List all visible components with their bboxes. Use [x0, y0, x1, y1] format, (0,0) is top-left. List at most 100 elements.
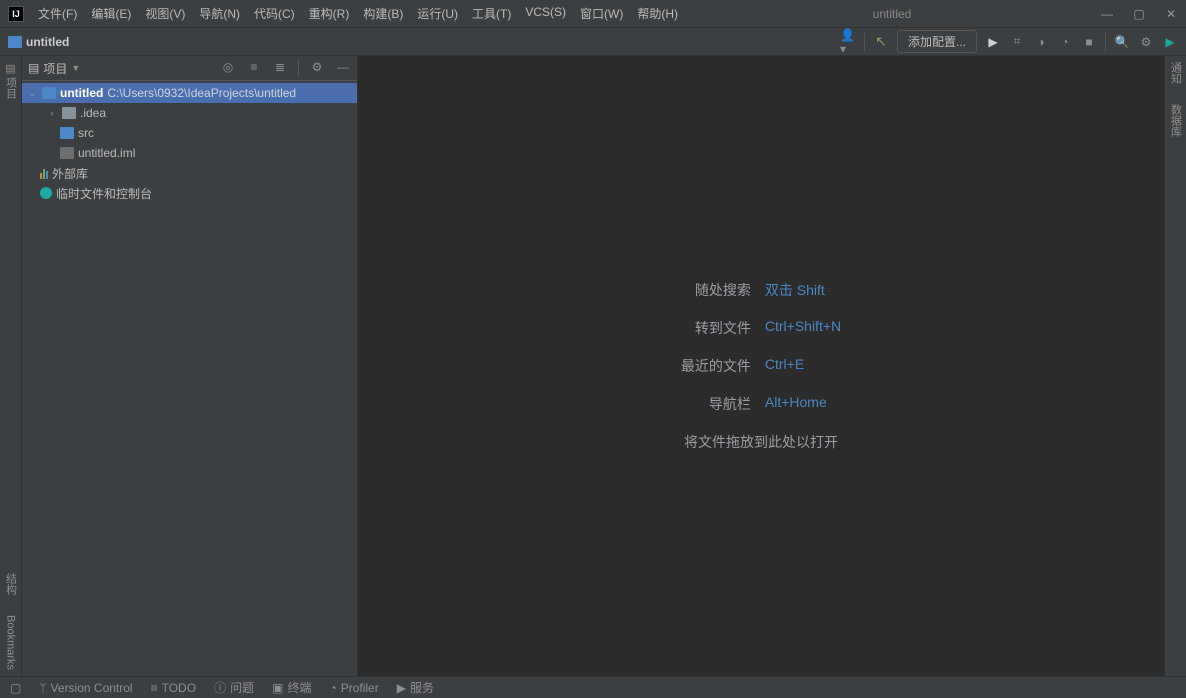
- menu-navigate[interactable]: 导航(N): [193, 1, 246, 26]
- bookmarks-stripe-btn[interactable]: Bookmarks: [5, 615, 17, 670]
- menu-edit[interactable]: 编辑(E): [85, 1, 137, 26]
- code-with-me-icon[interactable]: ▶: [1162, 34, 1178, 50]
- search-everywhere-icon[interactable]: 🔍: [1114, 34, 1130, 50]
- breadcrumb-project: untitled: [26, 35, 69, 49]
- folder-icon: [62, 107, 76, 119]
- project-view-selector[interactable]: ▤ 项目 ▼: [28, 60, 80, 77]
- project-stripe-btn[interactable]: ▤ 项目: [3, 62, 19, 99]
- chevron-down-icon[interactable]: ⌄: [26, 88, 38, 99]
- run-icon[interactable]: ▶: [985, 34, 1001, 50]
- view-combo-icon: ▤: [28, 61, 39, 75]
- close-button[interactable]: ✕: [1164, 7, 1178, 21]
- module-icon: [42, 87, 56, 99]
- chevron-right-icon[interactable]: ›: [46, 108, 58, 118]
- status-corner-icon[interactable]: ▢: [10, 681, 21, 695]
- project-pane-header: ▤ 项目 ▼ ◎ ≡ ≣ ⚙ —: [22, 56, 357, 81]
- menu-build[interactable]: 构建(B): [357, 1, 409, 26]
- tree-row[interactable]: src: [22, 123, 357, 143]
- status-problems[interactable]: ⓘ 问题: [214, 679, 254, 696]
- tip-label: 导航栏: [709, 394, 751, 414]
- status-vcs[interactable]: ᛘ Version Control: [39, 681, 132, 695]
- stop-icon[interactable]: ■: [1081, 34, 1097, 50]
- status-label: Version Control: [51, 681, 133, 695]
- project-stripe-label: 项目: [3, 77, 19, 99]
- status-label: 终端: [287, 679, 311, 696]
- tree-row[interactable]: untitled.iml: [22, 143, 357, 163]
- status-label: Profiler: [341, 681, 379, 695]
- terminal-icon: ▣: [272, 681, 283, 695]
- project-tree[interactable]: ⌄ untitled C:\Users\0932\IdeaProjects\un…: [22, 81, 357, 676]
- notifications-stripe-btn[interactable]: 通知: [1168, 62, 1184, 84]
- profile-icon[interactable]: ◔: [1057, 34, 1073, 50]
- target-icon[interactable]: ◎: [220, 59, 236, 75]
- status-label: 问题: [230, 679, 254, 696]
- build-icon[interactable]: ↖: [873, 34, 889, 50]
- tip-label: 转到文件: [695, 318, 751, 338]
- gear-icon[interactable]: ⚙: [309, 59, 325, 75]
- folder-icon: [8, 36, 22, 48]
- window-controls: — ▢ ✕: [1100, 7, 1178, 21]
- breadcrumb[interactable]: untitled: [8, 35, 69, 49]
- structure-stripe-btn[interactable]: 结构: [3, 573, 19, 595]
- tip-shortcut: Ctrl+E: [765, 356, 841, 376]
- library-icon: [40, 167, 48, 179]
- menu-vcs[interactable]: VCS(S): [519, 1, 572, 26]
- tip-shortcut: Ctrl+Shift+N: [765, 318, 841, 338]
- right-stripe: 通知 数据库: [1164, 56, 1186, 676]
- users-icon[interactable]: 👤▾: [840, 34, 856, 50]
- status-bar: ▢ ᛘ Version Control ≡ TODO ⓘ 问题 ▣ 终端 ◔ P…: [0, 676, 1186, 698]
- profiler-icon: ◔: [329, 681, 336, 695]
- database-stripe-btn[interactable]: 数据库: [1168, 104, 1184, 137]
- status-todo[interactable]: ≡ TODO: [151, 681, 196, 695]
- left-stripe: ▤ 项目 结构 Bookmarks: [0, 56, 22, 676]
- settings-icon[interactable]: ⚙: [1138, 34, 1154, 50]
- title-bar: IJ 文件(F) 编辑(E) 视图(V) 导航(N) 代码(C) 重构(R) 构…: [0, 0, 1186, 28]
- tip-label: 最近的文件: [681, 356, 751, 376]
- menu-window[interactable]: 窗口(W): [574, 1, 629, 26]
- tree-external-libs[interactable]: 外部库: [22, 163, 357, 183]
- collapse-all-icon[interactable]: ≣: [272, 59, 288, 75]
- status-services[interactable]: ▶ 服务: [397, 679, 434, 696]
- tree-item-label: src: [78, 126, 94, 140]
- tree-item-label: .idea: [80, 106, 106, 120]
- branch-icon: ᛘ: [39, 681, 46, 695]
- chevron-down-icon: ▼: [71, 63, 80, 73]
- hide-pane-icon[interactable]: —: [335, 59, 351, 75]
- debug-icon[interactable]: ⌗: [1009, 34, 1025, 50]
- status-label: TODO: [162, 681, 196, 695]
- minimize-button[interactable]: —: [1100, 7, 1114, 21]
- navigation-bar: untitled 👤▾ ↖ 添加配置... ▶ ⌗ ◑ ◔ ■ 🔍 ⚙ ▶: [0, 28, 1186, 56]
- tree-root[interactable]: ⌄ untitled C:\Users\0932\IdeaProjects\un…: [22, 83, 357, 103]
- app-logo: IJ: [8, 6, 24, 22]
- menu-tools[interactable]: 工具(T): [466, 1, 517, 26]
- menu-view[interactable]: 视图(V): [139, 1, 191, 26]
- expand-all-icon[interactable]: ≡: [246, 59, 262, 75]
- main-menu: 文件(F) 编辑(E) 视图(V) 导航(N) 代码(C) 重构(R) 构建(B…: [32, 1, 684, 26]
- tips-list: 随处搜索 双击 Shift 转到文件 Ctrl+Shift+N 最近的文件 Ct…: [681, 280, 841, 452]
- status-terminal[interactable]: ▣ 终端: [272, 679, 311, 696]
- menu-code[interactable]: 代码(C): [248, 1, 301, 26]
- todo-icon: ≡: [151, 681, 158, 695]
- run-config-button[interactable]: 添加配置...: [897, 30, 977, 53]
- tree-root-path: C:\Users\0932\IdeaProjects\untitled: [107, 86, 296, 100]
- problems-icon: ⓘ: [214, 679, 226, 696]
- tree-item-label: 临时文件和控制台: [56, 185, 152, 202]
- coverage-icon[interactable]: ◑: [1033, 34, 1049, 50]
- menu-run[interactable]: 运行(U): [411, 1, 464, 26]
- maximize-button[interactable]: ▢: [1132, 7, 1146, 21]
- tree-scratches[interactable]: 临时文件和控制台: [22, 183, 357, 203]
- status-profiler[interactable]: ◔ Profiler: [329, 681, 378, 695]
- menu-refactor[interactable]: 重构(R): [303, 1, 356, 26]
- main-layout: ▤ 项目 结构 Bookmarks ▤ 项目 ▼ ◎ ≡ ≣ ⚙ —: [0, 56, 1186, 676]
- tip-shortcut: Alt+Home: [765, 394, 841, 414]
- menu-help[interactable]: 帮助(H): [631, 1, 684, 26]
- tree-item-label: 外部库: [52, 165, 88, 182]
- project-panel-icon: ▤: [5, 62, 15, 75]
- project-pane-title: 项目: [43, 60, 67, 77]
- status-label: 服务: [410, 679, 434, 696]
- tree-item-label: untitled.iml: [78, 146, 135, 160]
- editor-empty-state[interactable]: 随处搜索 双击 Shift 转到文件 Ctrl+Shift+N 最近的文件 Ct…: [358, 56, 1164, 676]
- tree-row[interactable]: › .idea: [22, 103, 357, 123]
- menu-file[interactable]: 文件(F): [32, 1, 83, 26]
- tree-root-name: untitled: [60, 86, 103, 100]
